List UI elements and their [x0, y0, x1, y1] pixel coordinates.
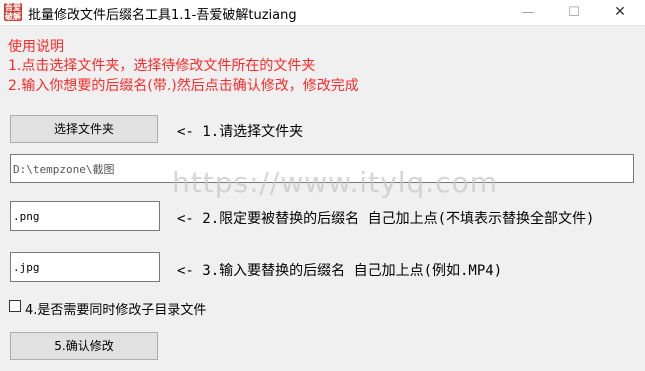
- select-folder-button[interactable]: 选择文件夹: [10, 115, 158, 143]
- main-panel: 使用说明 1.点击选择文件夹，选择待修改文件所在的文件夹 2.输入你想要的后缀名…: [0, 26, 645, 371]
- maximize-icon[interactable]: ☐: [551, 0, 597, 25]
- instructions-heading: 使用说明: [8, 39, 64, 55]
- step2-hint: <- 2.限定要被替换的后缀名 自己加上点(不填表示替换全部文件): [177, 211, 595, 227]
- watermark: https://www.itylq.com: [172, 166, 498, 199]
- source-extension-field[interactable]: [10, 201, 160, 231]
- step3-hint: <- 3.输入要替换的后缀名 自己加上点(例如.MP4): [177, 263, 503, 279]
- window-title: 批量修改文件后缀名工具1.1-吾爱破解tuziang: [28, 8, 297, 23]
- subdirectory-checkbox[interactable]: [9, 300, 21, 312]
- app-logo-icon: 吾爱 破解: [4, 3, 22, 21]
- instruction-line-1: 1.点击选择文件夹，选择待修改文件所在的文件夹: [8, 58, 316, 74]
- confirm-button[interactable]: 5.确认修改: [10, 332, 158, 360]
- close-icon[interactable]: ✕: [597, 0, 643, 25]
- title-bar: 吾爱 破解 批量修改文件后缀名工具1.1-吾爱破解tuziang — ☐ ✕: [0, 0, 645, 26]
- subdirectory-checkbox-label[interactable]: 4.是否需要同时修改子目录文件: [25, 299, 206, 318]
- instruction-line-2: 2.输入你想要的后缀名(带.)然后点击确认修改，修改完成: [8, 78, 359, 94]
- step1-hint: <- 1.请选择文件夹: [177, 124, 304, 140]
- target-extension-field[interactable]: [10, 252, 160, 282]
- minimize-icon[interactable]: —: [505, 0, 551, 25]
